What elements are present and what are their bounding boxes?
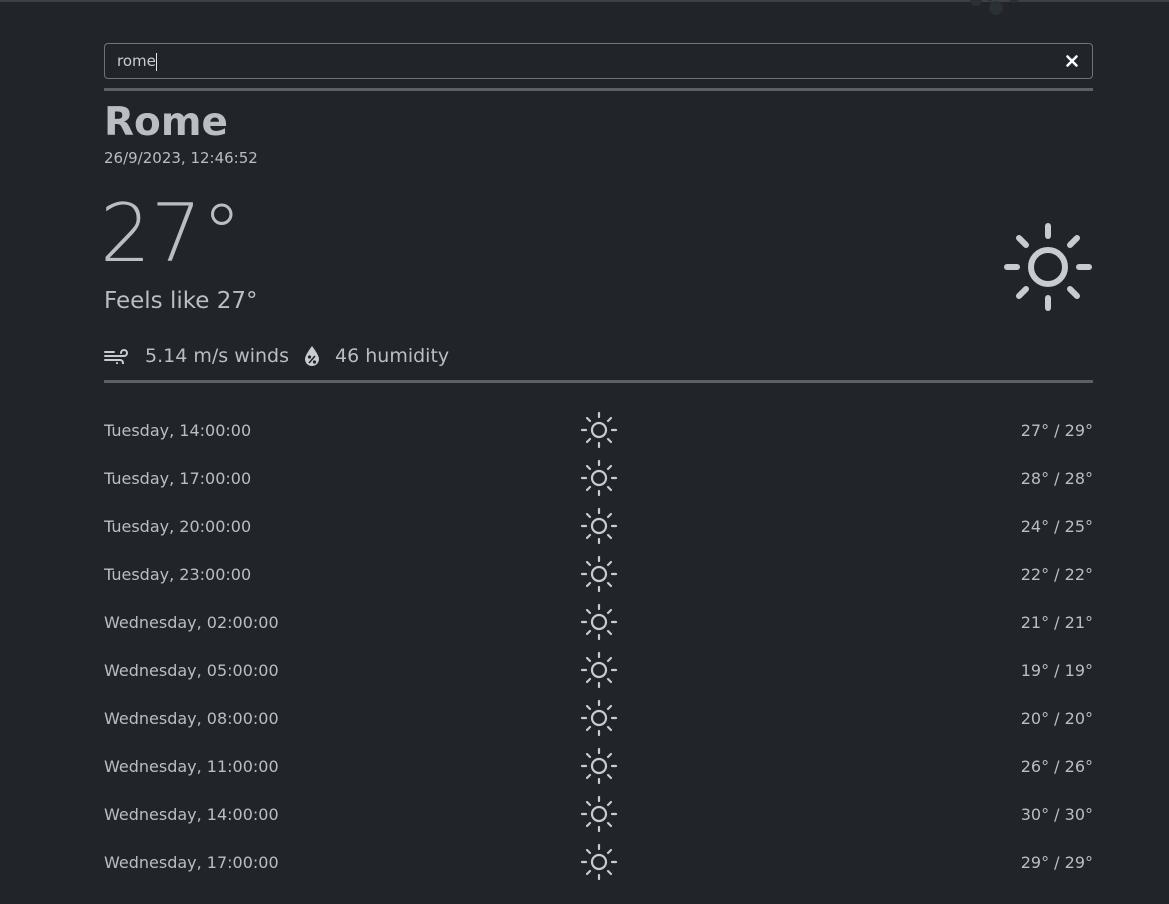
divider bbox=[104, 380, 1093, 383]
weather-app: Rome 26/9/2023, 12:46:52 27° Feels like … bbox=[100, 43, 1093, 887]
forecast-time: Wednesday, 11:00:00 bbox=[104, 757, 279, 776]
sun-icon bbox=[1004, 223, 1092, 311]
forecast-temps: 29° / 29° bbox=[1020, 853, 1093, 872]
sun-icon bbox=[580, 795, 618, 833]
forecast-time: Wednesday, 14:00:00 bbox=[104, 805, 279, 824]
feels-like: Feels like 27° bbox=[104, 288, 258, 314]
forecast-temps: 27° / 29° bbox=[1020, 421, 1093, 440]
sun-icon bbox=[580, 603, 618, 641]
humidity-icon bbox=[305, 346, 320, 366]
forecast-row: Wednesday, 08:00:00 20° / 20° bbox=[104, 695, 1093, 743]
forecast-temps: 26° / 26° bbox=[1020, 757, 1093, 776]
sun-icon bbox=[580, 459, 618, 497]
background-paw-icon bbox=[970, 0, 1019, 15]
current-temperature: 27° bbox=[100, 187, 242, 280]
wind-speed: 5.14 m/s winds bbox=[145, 345, 290, 367]
forecast-temps: 28° / 28° bbox=[1020, 469, 1093, 488]
forecast-temps: 21° / 21° bbox=[1020, 613, 1093, 632]
forecast-temps: 20° / 20° bbox=[1020, 709, 1093, 728]
close-icon[interactable] bbox=[1064, 53, 1080, 69]
sun-icon bbox=[580, 411, 618, 449]
humidity-value: 46 humidity bbox=[335, 345, 450, 367]
sun-icon bbox=[580, 555, 618, 593]
forecast-time: Wednesday, 05:00:00 bbox=[104, 661, 279, 680]
forecast-row: Wednesday, 05:00:00 19° / 19° bbox=[104, 647, 1093, 695]
city-name: Rome bbox=[104, 100, 228, 145]
forecast-row: Wednesday, 11:00:00 26° / 26° bbox=[104, 743, 1093, 791]
wind-icon bbox=[104, 349, 128, 364]
forecast-row: Tuesday, 23:00:00 22° / 22° bbox=[104, 551, 1093, 599]
sun-icon bbox=[580, 843, 618, 881]
forecast-row: Tuesday, 14:00:00 27° / 29° bbox=[104, 407, 1093, 455]
forecast-temps: 22° / 22° bbox=[1020, 565, 1093, 584]
forecast-time: Wednesday, 08:00:00 bbox=[104, 709, 279, 728]
sun-icon bbox=[580, 651, 618, 689]
forecast-time: Tuesday, 14:00:00 bbox=[104, 421, 252, 440]
divider bbox=[104, 88, 1093, 91]
current-weather: 27° Feels like 27° bbox=[100, 170, 1093, 338]
current-datetime: 26/9/2023, 12:46:52 bbox=[104, 149, 258, 167]
text-caret bbox=[156, 53, 157, 71]
forecast-temps: 30° / 30° bbox=[1020, 805, 1093, 824]
forecast-row: Wednesday, 02:00:00 21° / 21° bbox=[104, 599, 1093, 647]
forecast-row: Wednesday, 14:00:00 30° / 30° bbox=[104, 791, 1093, 839]
forecast-temps: 24° / 25° bbox=[1020, 517, 1093, 536]
forecast-time: Tuesday, 23:00:00 bbox=[104, 565, 252, 584]
forecast-row: Tuesday, 17:00:00 28° / 28° bbox=[104, 455, 1093, 503]
search-input[interactable] bbox=[117, 44, 1037, 78]
forecast-row: Tuesday, 20:00:00 24° / 25° bbox=[104, 503, 1093, 551]
forecast-time: Wednesday, 17:00:00 bbox=[104, 853, 279, 872]
sun-icon bbox=[580, 507, 618, 545]
forecast-list: Tuesday, 14:00:00 27° / 29° Tuesday, 17:… bbox=[104, 407, 1093, 887]
search-box[interactable] bbox=[104, 43, 1093, 79]
sun-icon bbox=[580, 699, 618, 737]
forecast-time: Tuesday, 17:00:00 bbox=[104, 469, 252, 488]
forecast-row: Wednesday, 17:00:00 29° / 29° bbox=[104, 839, 1093, 887]
forecast-time: Wednesday, 02:00:00 bbox=[104, 613, 279, 632]
forecast-time: Tuesday, 20:00:00 bbox=[104, 517, 252, 536]
weather-stats: 5.14 m/s winds 46 humidity bbox=[104, 338, 1093, 374]
sun-icon bbox=[580, 747, 618, 785]
forecast-temps: 19° / 19° bbox=[1020, 661, 1093, 680]
